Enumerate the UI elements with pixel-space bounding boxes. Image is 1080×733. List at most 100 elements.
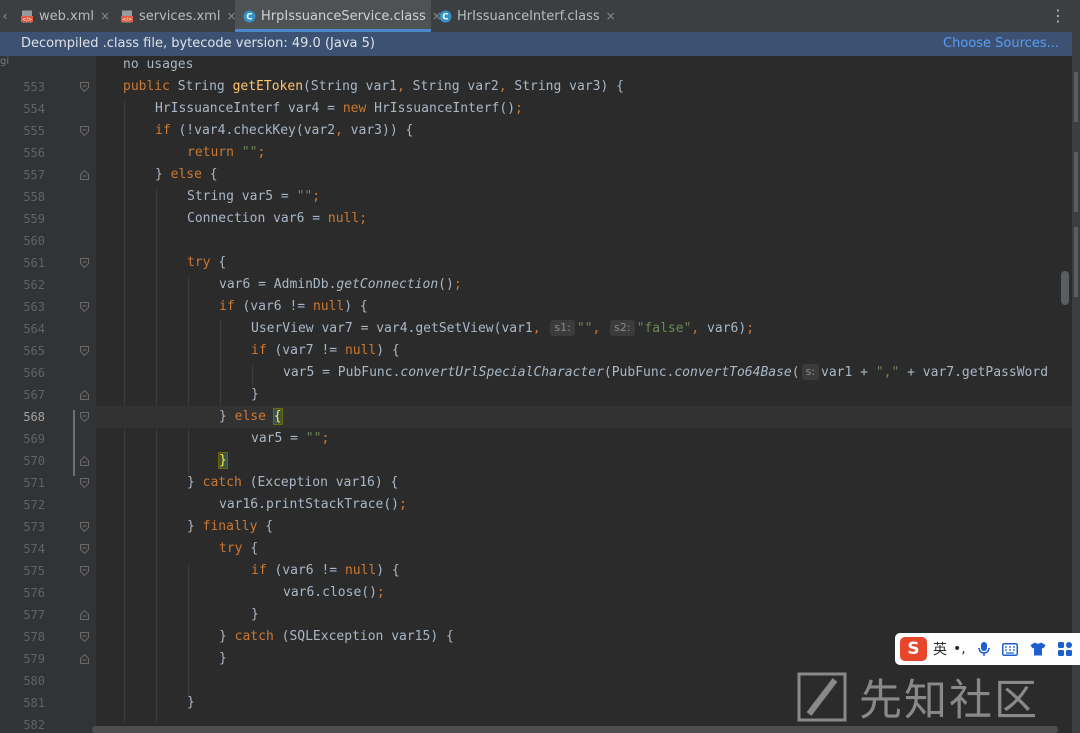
code-line-561: 561 try { [0, 252, 1072, 274]
fold-icon[interactable] [80, 478, 89, 488]
line-number: 553 [23, 80, 45, 94]
line-number: 566 [23, 366, 45, 380]
fold-icon[interactable] [80, 82, 89, 92]
svg-text:</>: </> [122, 17, 132, 23]
code-line-570: 570 } [0, 450, 1072, 472]
tab-web-xml[interactable]: </> web.xml × [13, 0, 113, 32]
code-line-574: 574 try { [0, 538, 1072, 560]
code-text: } finally { [187, 519, 274, 534]
code-line-558: 558 String var5 = ""; [0, 186, 1072, 208]
code-line-559: 559 Connection var6 = null; [0, 208, 1072, 230]
code-line-555: 555 if (!var4.checkKey(var2, var3)) { [0, 120, 1072, 142]
tab-services-xml[interactable]: </> services.xml × [113, 0, 237, 32]
tab-label: HrpIssuanceService.class [261, 8, 426, 24]
code-line-573: 573 } finally { [0, 516, 1072, 538]
code-line-563: 563 if (var6 != null) { [0, 296, 1072, 318]
code-text: } [218, 450, 228, 472]
fold-icon[interactable] [80, 522, 89, 532]
fold-icon[interactable] [80, 566, 89, 576]
fold-icon[interactable] [80, 258, 89, 268]
language-toggle[interactable]: 英 [933, 639, 947, 659]
sogou-logo-icon[interactable]: S [900, 637, 927, 661]
code-line-568: 568 } else { [0, 406, 1072, 428]
line-number: 554 [23, 102, 45, 116]
fold-icon[interactable] [80, 126, 89, 136]
code-line-554: 554 HrIssuanceInterf var4 = new HrIssuan… [0, 98, 1072, 120]
fold-icon[interactable] [80, 610, 89, 620]
tab-scroll-left-icon[interactable]: ‹ [0, 0, 10, 32]
fold-icon[interactable] [80, 632, 89, 642]
line-number: 573 [23, 520, 45, 534]
fold-icon[interactable] [80, 412, 89, 422]
close-icon[interactable]: × [606, 9, 616, 23]
tool-window-tab[interactable] [1074, 227, 1078, 297]
code-line-566: 566 var5 = PubFunc.convertUrlSpecialChar… [0, 362, 1072, 384]
tab-label: services.xml [139, 8, 221, 24]
line-number: 561 [23, 256, 45, 270]
right-tool-strip [1072, 32, 1080, 733]
code-line-hint: no usages [0, 54, 1072, 76]
code-text: } [251, 607, 259, 622]
code-line-576: 576 var6.close(); [0, 582, 1072, 604]
svg-text:C: C [246, 12, 252, 22]
code-text: HrIssuanceInterf var4 = new HrIssuanceIn… [155, 101, 523, 116]
tab-hrp-issuance-service[interactable]: C HrpIssuanceService.class × [235, 0, 442, 32]
apps-icon[interactable] [1057, 642, 1072, 656]
code-line-565: 565 if (var7 != null) { [0, 340, 1072, 362]
tab-menu-icon[interactable]: ⋮ [1050, 0, 1066, 32]
code-line-569: 569 var5 = ""; [0, 428, 1072, 450]
tool-window-tab[interactable] [1074, 72, 1078, 122]
fold-icon[interactable] [80, 544, 89, 554]
banner-message: Decompiled .class file, bytecode version… [21, 36, 375, 51]
shirt-icon[interactable] [1030, 642, 1046, 656]
fold-icon[interactable] [80, 170, 89, 180]
choose-sources-link[interactable]: Choose Sources... [943, 32, 1059, 56]
fold-icon[interactable] [80, 302, 89, 312]
code-text: var16.printStackTrace(); [219, 497, 407, 512]
line-number: 555 [23, 124, 45, 138]
parameter-hint: s1: [550, 320, 575, 336]
fold-icon[interactable] [80, 654, 89, 664]
line-number: 567 [23, 388, 45, 402]
decompiled-banner: Decompiled .class file, bytecode version… [0, 32, 1080, 56]
editor-tab-bar: ‹ </> web.xml × </> services.xml × C Hrp… [0, 0, 1080, 32]
code-line-577: 577 } [0, 604, 1072, 626]
line-number: 570 [23, 454, 45, 468]
line-number: 562 [23, 278, 45, 292]
code-text: } else { [155, 167, 218, 182]
line-number: 581 [23, 696, 45, 710]
xml-file-icon: </> [21, 10, 33, 23]
fold-icon[interactable] [80, 346, 89, 356]
vertical-scrollbar-thumb[interactable] [1061, 271, 1069, 305]
line-number: 560 [23, 234, 45, 248]
line-number: 572 [23, 498, 45, 512]
punctuation-toggle[interactable]: •, [953, 641, 966, 657]
line-number: 563 [23, 300, 45, 314]
tool-window-tab[interactable] [1074, 152, 1078, 212]
code-text: var5 = PubFunc.convertUrlSpecialCharacte… [283, 364, 1049, 380]
fold-icon[interactable] [80, 390, 89, 400]
line-number: 556 [23, 146, 45, 160]
parameter-hint: s2: [610, 320, 635, 336]
ime-toolbar[interactable]: S 英 •, [895, 633, 1080, 665]
code-text: var6.close(); [283, 585, 385, 600]
code-text: var5 = ""; [251, 431, 330, 446]
mic-icon[interactable] [977, 641, 990, 657]
usages-hint[interactable]: no usages [123, 54, 193, 76]
code-text: if (var6 != null) { [251, 563, 400, 578]
code-text: var6 = AdminDb.getConnection(); [219, 277, 462, 292]
tab-hr-issuance-interf[interactable]: C HrIssuanceInterf.class × [431, 0, 616, 32]
matched-brace: { [272, 408, 283, 425]
code-text: Connection var6 = null; [187, 211, 368, 226]
class-file-icon: C [243, 10, 256, 22]
close-icon[interactable]: × [100, 9, 110, 23]
code-line-572: 572 var16.printStackTrace(); [0, 494, 1072, 516]
line-number: 568 [23, 410, 45, 424]
code-line-571: 571 } catch (Exception var16) { [0, 472, 1072, 494]
fold-icon[interactable] [80, 456, 89, 466]
code-text: UserView var7 = var4.getSetView(var1, s1… [251, 320, 755, 336]
class-file-icon: C [439, 10, 452, 22]
keyboard-icon[interactable] [1001, 642, 1018, 656]
watermark-text: 先知社区 [859, 676, 1039, 726]
code-line-556: 556 return ""; [0, 142, 1072, 164]
